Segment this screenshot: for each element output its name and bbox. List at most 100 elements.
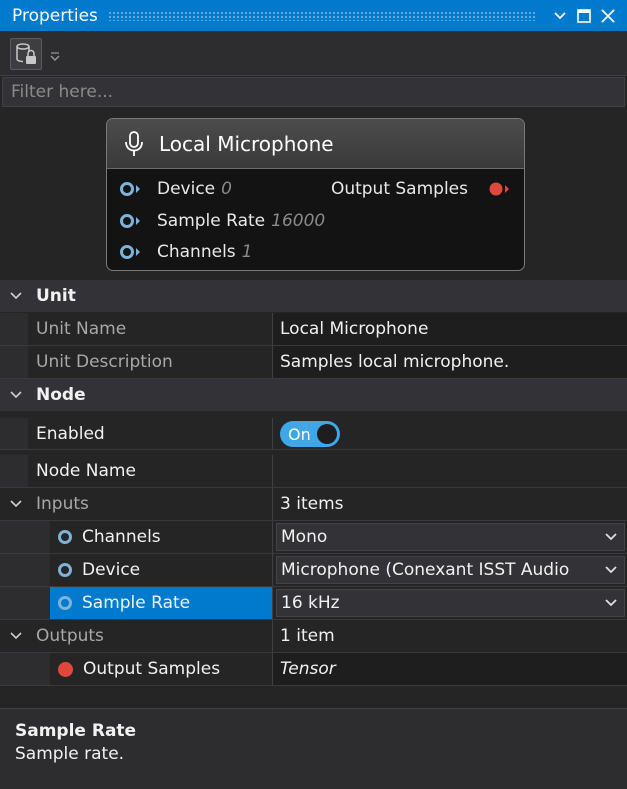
input-pin-icon: [58, 563, 72, 577]
port-label: Channels: [157, 242, 236, 262]
toolbar: [0, 31, 627, 76]
row-gutter: [0, 587, 50, 619]
drag-grip[interactable]: [107, 10, 537, 21]
output-pin-icon: [58, 661, 73, 677]
prop-label-cell[interactable]: Unit Name: [28, 313, 273, 345]
prop-label-cell[interactable]: Enabled: [28, 418, 273, 450]
prop-value-cell[interactable]: Tensor: [273, 653, 627, 685]
output-pin-icon: [489, 182, 509, 196]
chevron-down-icon: [605, 533, 617, 541]
node-card-header: Local Microphone: [107, 119, 524, 169]
prop-row-input-sample-rate: Sample Rate 16 kHz: [0, 587, 627, 620]
row-gutter: [0, 346, 28, 378]
chevron-down-icon[interactable]: [549, 5, 571, 27]
chevron-down-icon: [605, 599, 617, 607]
input-pin-icon: [58, 530, 72, 544]
prop-row-unit-name: Unit Name Local Microphone: [0, 313, 627, 346]
port-value: 16000: [271, 211, 326, 231]
prop-label: Inputs: [36, 494, 89, 514]
row-divider: [0, 685, 627, 686]
prop-label: Device: [82, 560, 141, 580]
port-value: 1: [241, 242, 253, 262]
prop-row-enabled: Enabled On: [0, 418, 627, 450]
prop-label-cell[interactable]: Node Name: [28, 455, 273, 487]
prop-value-cell[interactable]: Local Microphone: [273, 313, 627, 345]
prop-value: 1 item: [280, 626, 335, 646]
port-channels[interactable]: Channels 1: [119, 242, 252, 262]
section-unit[interactable]: Unit: [0, 280, 627, 312]
input-pin-icon: [120, 214, 140, 228]
prop-row-outputs[interactable]: Outputs 1 item: [0, 620, 627, 653]
prop-value: 3 items: [280, 494, 344, 514]
row-divider: [0, 449, 627, 450]
prop-label-cell[interactable]: Device: [50, 554, 273, 586]
prop-label-cell[interactable]: Unit Description: [28, 346, 273, 378]
prop-value-cell: On: [273, 418, 627, 450]
dropdown-value: Microphone (Conexant ISST Audio: [281, 560, 570, 580]
prop-value: Tensor: [280, 659, 336, 679]
enabled-toggle[interactable]: On: [280, 421, 340, 447]
prop-label: Enabled: [36, 424, 105, 444]
section-node[interactable]: Node: [0, 379, 627, 411]
prop-value-cell[interactable]: Samples local microphone.: [273, 346, 627, 378]
prop-row-output-samples: Output Samples Tensor: [0, 653, 627, 686]
sample-rate-dropdown[interactable]: 16 kHz: [276, 589, 625, 617]
panel-title: Properties: [12, 5, 98, 26]
prop-row-input-device: Device Microphone (Conexant ISST Audio: [0, 554, 627, 587]
row-gutter: [0, 418, 28, 450]
prop-row-inputs[interactable]: Inputs 3 items: [0, 488, 627, 521]
filter-input[interactable]: Filter here...: [2, 77, 625, 107]
prop-label: Node Name: [36, 461, 136, 481]
channels-dropdown[interactable]: Mono: [276, 523, 625, 551]
port-sample-rate[interactable]: Sample Rate 16000: [119, 211, 325, 231]
row-gutter: [0, 313, 28, 345]
toggle-knob: [317, 424, 337, 444]
close-icon[interactable]: [597, 5, 619, 27]
prop-label-cell[interactable]: Outputs: [0, 620, 273, 652]
chevron-down-icon: [10, 632, 22, 640]
node-preview-area: Local Microphone Device 0 Sample Rate 16…: [0, 108, 627, 280]
node-card[interactable]: Local Microphone Device 0 Sample Rate 16…: [106, 118, 525, 271]
section-title: Unit: [36, 286, 76, 306]
prop-row-node-name: Node Name: [0, 455, 627, 488]
microphone-icon: [125, 130, 143, 156]
port-output-samples[interactable]: Output Samples: [331, 179, 512, 199]
chevron-down-icon: [10, 391, 22, 399]
port-label: Output Samples: [330, 179, 468, 199]
node-name-field[interactable]: [273, 455, 627, 487]
prop-label-cell[interactable]: Channels: [50, 521, 273, 553]
input-pin-icon: [120, 182, 140, 196]
row-gutter: [0, 521, 50, 553]
port-value: 0: [221, 179, 232, 199]
prop-label: Outputs: [36, 626, 104, 646]
prop-label-cell[interactable]: Sample Rate: [50, 587, 273, 619]
prop-row-unit-description: Unit Description Samples local microphon…: [0, 346, 627, 379]
node-card-title: Local Microphone: [159, 131, 334, 156]
port-label: Sample Rate: [157, 211, 266, 231]
chevron-down-icon: [10, 500, 22, 508]
locked-database-icon[interactable]: [10, 38, 42, 70]
filter-placeholder: Filter here...: [11, 82, 114, 102]
row-gutter: [0, 653, 50, 685]
prop-row-input-channels: Channels Mono: [0, 521, 627, 554]
property-grid: Unit Unit Name Local Microphone Unit Des…: [0, 280, 627, 708]
panel-title-bar: Properties: [0, 0, 627, 31]
port-label: Device: [157, 179, 216, 199]
prop-value: Local Microphone: [280, 319, 429, 339]
prop-value-cell: 1 item: [273, 620, 627, 652]
description-panel: Sample Rate Sample rate.: [0, 708, 627, 789]
toggle-label: On: [288, 424, 311, 444]
chevron-down-icon: [10, 292, 22, 300]
maximize-icon[interactable]: [573, 5, 595, 27]
dropdown-value: 16 kHz: [281, 593, 340, 613]
device-dropdown[interactable]: Microphone (Conexant ISST Audio: [276, 556, 625, 584]
row-gutter: [0, 554, 50, 586]
toolbar-dropdown-icon[interactable]: [49, 48, 61, 62]
prop-label-cell[interactable]: Output Samples: [50, 653, 273, 685]
description-title: Sample Rate: [15, 721, 137, 741]
row-gutter: [0, 455, 28, 487]
port-device[interactable]: Device 0: [119, 179, 232, 199]
prop-label: Unit Description: [36, 352, 173, 372]
prop-value-cell: 3 items: [273, 488, 627, 520]
prop-label-cell[interactable]: Inputs: [0, 488, 273, 520]
